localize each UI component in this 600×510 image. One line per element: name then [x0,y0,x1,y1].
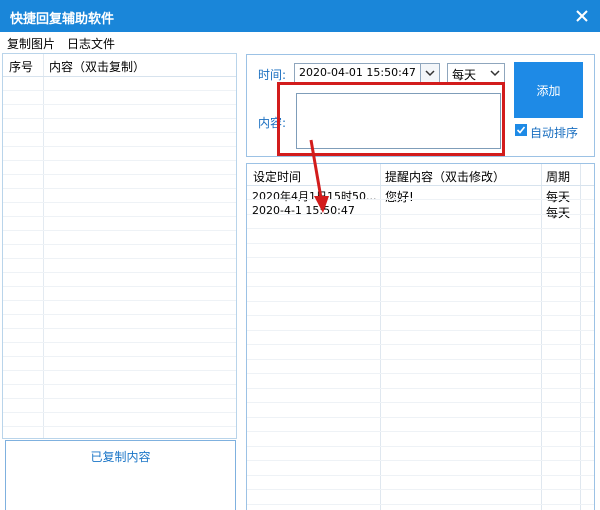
add-button-label: 添加 [536,84,561,98]
period-select[interactable]: 每天 [447,63,505,83]
column-header-index[interactable]: 序号 [9,58,33,75]
table-row[interactable] [247,462,594,476]
list-item[interactable] [3,105,236,119]
table-row[interactable] [247,389,594,403]
check-icon[interactable] [515,124,527,136]
list-item[interactable] [3,301,236,315]
column-header-content[interactable]: 内容（双击复制） [49,58,145,75]
list-item[interactable] [3,413,236,427]
list-item[interactable] [3,175,236,189]
table-row[interactable] [247,288,594,302]
table-row[interactable] [247,317,594,331]
table-row[interactable] [247,375,594,389]
table-row[interactable] [247,244,594,258]
list-item[interactable] [3,119,236,133]
auto-sort-label[interactable]: 自动排序 [530,124,578,141]
table-row[interactable] [247,505,594,510]
list-item[interactable] [3,259,236,273]
schedule-header: 设定时间 提醒内容（双击修改） 周期 [247,164,594,186]
title-bar: 快捷回复辅助软件 [0,0,600,32]
column-header-content[interactable]: 提醒内容（双击修改） [385,168,505,185]
list-item[interactable] [3,77,236,91]
list-item[interactable] [3,217,236,231]
table-row[interactable] [247,418,594,432]
table-row[interactable] [247,404,594,418]
close-icon[interactable] [570,4,594,28]
table-row[interactable] [247,186,594,200]
list-item[interactable] [3,385,236,399]
chevron-down-icon [490,70,500,77]
time-label: 时间: [258,68,287,82]
list-item[interactable] [3,287,236,301]
time-picker[interactable]: 2020-04-01 15:50:47 [294,63,440,83]
table-row[interactable] [247,491,594,505]
list-item[interactable] [3,245,236,259]
table-row[interactable] [247,447,594,461]
schedule-table[interactable]: 设定时间 提醒内容（双击修改） 周期 2020年4月1日15时50... 您好!… [246,163,595,510]
table-row[interactable] [247,433,594,447]
chevron-down-icon[interactable] [420,64,439,82]
table-row[interactable] [247,273,594,287]
menu-log-file[interactable]: 日志文件 [67,35,115,52]
time-value: 2020-04-01 15:50:47 [299,66,416,79]
copy-content-list[interactable]: 序号 内容（双击复制） [2,53,237,439]
list-item[interactable] [3,273,236,287]
table-row[interactable] [247,346,594,360]
list-item[interactable] [3,161,236,175]
list-header: 序号 内容（双击复制） [3,54,236,77]
list-item[interactable] [3,203,236,217]
copied-content-panel: 已复制内容 [5,440,236,510]
list-item[interactable] [3,189,236,203]
table-row[interactable] [247,201,594,215]
table-row[interactable] [247,230,594,244]
list-rows [3,77,236,438]
list-item[interactable] [3,343,236,357]
highlight-box [277,82,505,156]
list-item[interactable] [3,133,236,147]
app-window: 快捷回复辅助软件 复制图片 日志文件 序号 内容（双击复制） 已复制内容 时间:… [0,0,600,510]
list-item[interactable] [3,315,236,329]
list-item[interactable] [3,399,236,413]
list-item[interactable] [3,231,236,245]
table-row[interactable] [247,476,594,490]
list-item[interactable] [3,147,236,161]
table-row[interactable] [247,259,594,273]
table-row[interactable] [247,331,594,345]
column-header-time[interactable]: 设定时间 [253,168,301,185]
table-row[interactable] [247,215,594,229]
list-item[interactable] [3,91,236,105]
copied-content-title: 已复制内容 [90,450,151,464]
column-header-period[interactable]: 周期 [546,168,570,185]
window-title: 快捷回复辅助软件 [10,12,115,27]
add-button[interactable]: 添加 [514,62,583,118]
list-item[interactable] [3,357,236,371]
table-row[interactable] [247,302,594,316]
menu-bar: 复制图片 日志文件 [0,32,600,52]
list-item[interactable] [3,427,236,438]
period-value: 每天 [452,68,477,82]
menu-copy-image[interactable]: 复制图片 [7,35,55,52]
table-row[interactable] [247,360,594,374]
list-item[interactable] [3,329,236,343]
list-item[interactable] [3,371,236,385]
